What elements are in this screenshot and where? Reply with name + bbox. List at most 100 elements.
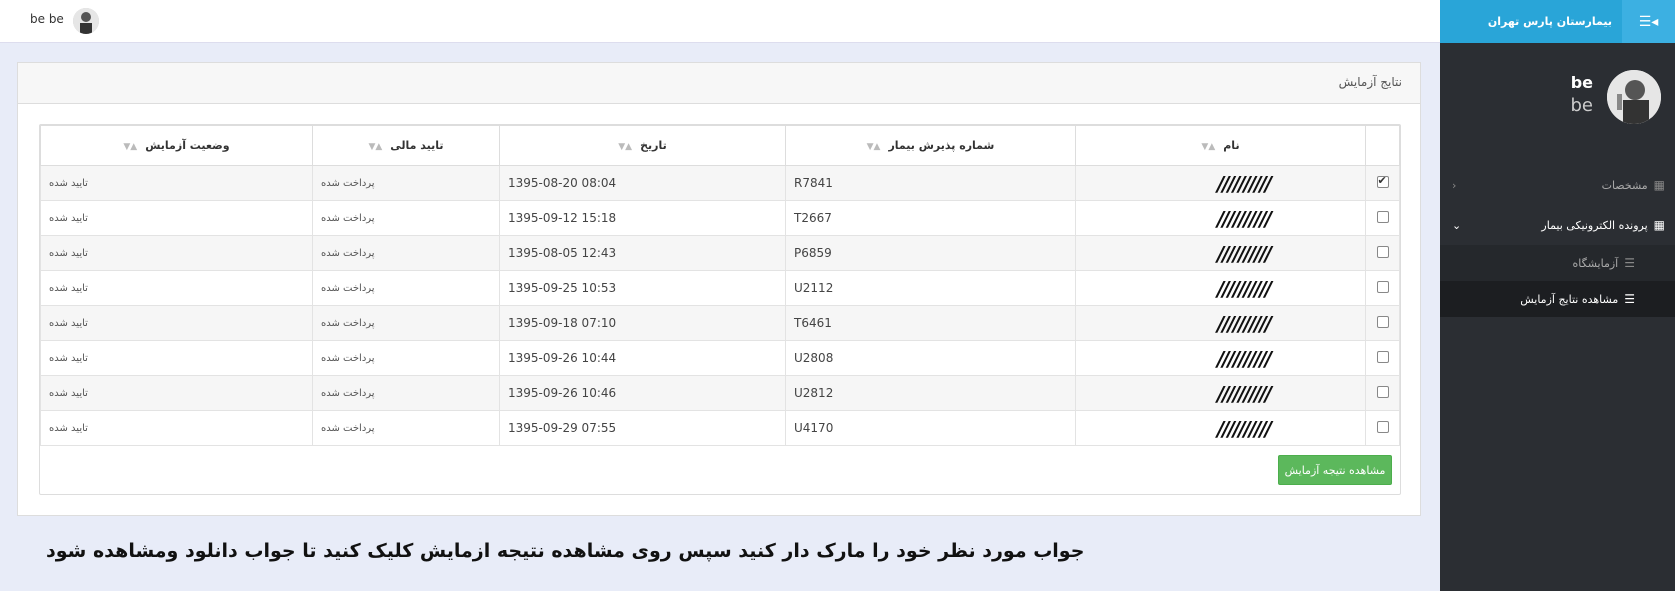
results-table: نام▲▼ شماره پذیرش بیمار▲▼ تاریخ▲▼ تایید … xyxy=(40,125,1400,446)
sidebar-submenu: ☰ آزمایشگاه ☰ مشاهده نتایج آزمایش xyxy=(1440,245,1675,317)
payment-cell: پرداخت شده xyxy=(312,200,500,236)
admission-number-cell: U2112 xyxy=(785,270,1076,306)
row-select-cell xyxy=(1365,270,1400,306)
name-cell: ////////// xyxy=(1075,375,1366,411)
row-select-cell xyxy=(1365,375,1400,411)
row-select-cell xyxy=(1365,200,1400,236)
profile: be be xyxy=(1440,43,1675,165)
table-row[interactable]: ////////// U2812 1395-09-26 10:46 پرداخت شد… xyxy=(40,375,1400,411)
redacted-name: ////////// xyxy=(1217,347,1272,371)
row-select-cell xyxy=(1365,340,1400,376)
table-row[interactable]: ////////// U4170 1395-09-29 07:55 پرداخت شد… xyxy=(40,410,1400,446)
payment-cell: پرداخت شده xyxy=(312,235,500,271)
row-checkbox[interactable] xyxy=(1376,420,1389,433)
list-icon: ☰ xyxy=(1624,256,1635,270)
results-panel: نتایج آزمایش نام▲▼ شماره پذیرش بیمار▲▼ ت… xyxy=(17,62,1421,516)
grid-icon: ▦ xyxy=(1653,218,1665,232)
admission-number-cell: U4170 xyxy=(785,410,1076,446)
table-header-row: نام▲▼ شماره پذیرش بیمار▲▼ تاریخ▲▼ تایید … xyxy=(40,125,1400,166)
row-checkbox[interactable] xyxy=(1376,210,1389,223)
row-checkbox[interactable] xyxy=(1376,245,1389,258)
header-admission-number[interactable]: شماره پذیرش بیمار▲▼ xyxy=(785,125,1076,166)
name-cell: ////////// xyxy=(1075,235,1366,271)
table-row[interactable]: ////////// T6461 1395-09-18 07:10 پرداخت شد… xyxy=(40,305,1400,341)
sort-icon: ▲▼ xyxy=(123,142,138,152)
sidebar-subitem-view-results[interactable]: ☰ مشاهده نتایج آزمایش xyxy=(1440,281,1675,317)
status-cell: تایید شده xyxy=(40,410,313,446)
status-cell: تایید شده xyxy=(40,165,313,201)
user-name[interactable]: be be xyxy=(30,12,64,26)
list-icon: ☰ xyxy=(1624,292,1635,306)
row-checkbox[interactable] xyxy=(1376,174,1389,188)
row-select-cell xyxy=(1365,305,1400,341)
date-cell: 1395-09-29 07:55 xyxy=(499,410,786,446)
header-payment[interactable]: تایید مالی▲▼ xyxy=(312,125,500,166)
top-bar: be be xyxy=(0,0,1440,43)
header-date[interactable]: تاریخ▲▼ xyxy=(499,125,786,166)
sidebar-item-label: مشاهده نتایج آزمایش xyxy=(1520,292,1619,306)
grid-icon: ▦ xyxy=(1653,178,1665,192)
row-checkbox[interactable] xyxy=(1376,350,1389,363)
table-row[interactable]: ////////// U2808 1395-09-26 10:44 پرداخت شد… xyxy=(40,340,1400,376)
view-result-button[interactable]: مشاهده نتیجه آزمایش xyxy=(1278,455,1392,485)
sidebar: ◂☰ بیمارستان پارس تهران be be ▦ مشخصات ‹… xyxy=(1440,0,1675,591)
admission-number-cell: U2812 xyxy=(785,375,1076,411)
date-cell: 1395-09-25 10:53 xyxy=(499,270,786,306)
sidebar-item-label: مشخصات xyxy=(1601,178,1648,192)
redacted-name: ////////// xyxy=(1217,312,1272,336)
panel-title: نتایج آزمایش xyxy=(18,63,1420,104)
brand-title: بیمارستان پارس تهران xyxy=(1487,15,1612,28)
status-cell: تایید شده xyxy=(40,340,313,376)
name-cell: ////////// xyxy=(1075,200,1366,236)
date-cell: 1395-09-12 15:18 xyxy=(499,200,786,236)
payment-cell: پرداخت شده xyxy=(312,375,500,411)
sidebar-subitem-lab[interactable]: ☰ آزمایشگاه xyxy=(1440,245,1675,281)
instruction-text: جواب مورد نظر خود را مارک دار کنید سپس ر… xyxy=(46,540,1085,562)
payment-cell: پرداخت شده xyxy=(312,410,500,446)
name-cell: ////////// xyxy=(1075,270,1366,306)
results-table-container: نام▲▼ شماره پذیرش بیمار▲▼ تاریخ▲▼ تایید … xyxy=(39,124,1401,495)
date-cell: 1395-09-18 07:10 xyxy=(499,305,786,341)
name-cell: ////////// xyxy=(1075,340,1366,376)
header-status[interactable]: وضعیت آزمایش▲▼ xyxy=(40,125,313,166)
table-row[interactable]: ////////// R78411395-08-20 08:04پرداخت شد… xyxy=(40,165,1400,201)
row-checkbox[interactable] xyxy=(1376,385,1389,398)
redacted-name: ////////// xyxy=(1217,242,1272,266)
date-cell: 1395-09-26 10:44 xyxy=(499,340,786,376)
date-cell: 1395-08-20 08:04 xyxy=(499,165,786,201)
date-cell: 1395-09-26 10:46 xyxy=(499,375,786,411)
row-checkbox[interactable] xyxy=(1376,280,1389,293)
table-row[interactable]: ////////// U2112 1395-09-25 10:53 پرداخت شد… xyxy=(40,270,1400,306)
header-name[interactable]: نام▲▼ xyxy=(1075,125,1366,166)
menu-icon[interactable]: ◂☰ xyxy=(1622,0,1675,43)
admission-number-cell: T6461 xyxy=(785,305,1076,341)
avatar[interactable] xyxy=(1607,70,1661,124)
sidebar-item-label: پرونده الکترونیکی بیمار xyxy=(1541,218,1648,232)
profile-subname: be xyxy=(1570,95,1594,116)
table-row[interactable]: ////////// P6859 1395-08-05 12:43 پرداخت شد… xyxy=(40,235,1400,271)
redacted-name: ////////// xyxy=(1217,207,1272,231)
date-cell: 1395-08-05 12:43 xyxy=(499,235,786,271)
redacted-name: ////////// xyxy=(1217,417,1272,441)
sort-icon: ▲▼ xyxy=(866,142,881,152)
payment-cell: پرداخت شده xyxy=(312,340,500,376)
user-avatar[interactable] xyxy=(73,8,99,34)
brand-bar: ◂☰ بیمارستان پارس تهران xyxy=(1440,0,1675,43)
redacted-name: ////////// xyxy=(1217,382,1272,406)
status-cell: تایید شده xyxy=(40,235,313,271)
admission-number-cell: R7841 xyxy=(785,165,1076,201)
sidebar-item-profile[interactable]: ▦ مشخصات ‹ xyxy=(1440,165,1675,205)
admission-number-cell: U2808 xyxy=(785,340,1076,376)
sidebar-item-medical-record[interactable]: ▦ پرونده الکترونیکی بیمار ⌄ xyxy=(1440,205,1675,245)
status-cell: تایید شده xyxy=(40,375,313,411)
sort-icon: ▲▼ xyxy=(618,142,633,152)
table-row[interactable]: ////////// T2667 1395-09-12 15:18 پرداخت شد… xyxy=(40,200,1400,236)
header-select xyxy=(1365,125,1400,166)
name-cell: ////////// xyxy=(1075,305,1366,341)
chevron-down-icon: ⌄ xyxy=(1452,218,1462,232)
admission-number-cell: T2667 xyxy=(785,200,1076,236)
row-select-cell xyxy=(1365,165,1400,201)
row-checkbox[interactable] xyxy=(1376,315,1389,328)
payment-cell: پرداخت شده xyxy=(312,305,500,341)
sidebar-item-label: آزمایشگاه xyxy=(1572,256,1619,270)
